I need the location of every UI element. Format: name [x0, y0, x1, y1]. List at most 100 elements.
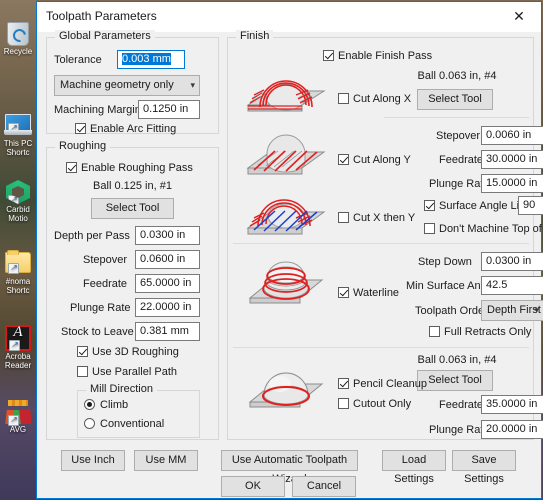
roughing-feedrate-label: Feedrate [83, 278, 128, 290]
waterline-checkbox[interactable]: Waterline [338, 287, 399, 300]
use-3d-roughing-label: Use 3D Roughing [92, 346, 179, 358]
desktop-icon-nomad-folder[interactable]: ↗ #noma Shortc [0, 250, 36, 295]
roughing-plunge-rate-input[interactable]: 22.0000 in [135, 298, 200, 317]
machining-margin-input[interactable]: 0.1250 in [138, 100, 200, 119]
enable-finish-pass-label: Enable Finish Pass [338, 50, 433, 62]
ok-button[interactable]: OK [221, 476, 285, 497]
checkbox-box [77, 346, 88, 357]
finish-feedrate-input[interactable]: 30.0000 in [481, 150, 543, 169]
depth-per-pass-input[interactable]: 0.0300 in [135, 226, 200, 245]
hexagon-logo-icon: ↗ [6, 180, 30, 204]
shortcut-arrow-icon: ↗ [9, 340, 20, 351]
pencil-tool-text: Ball 0.063 in, #4 [417, 354, 497, 366]
full-retracts-only-label: Full Retracts Only [444, 326, 532, 338]
enable-arc-fitting-checkbox[interactable]: Enable Arc Fitting [75, 123, 176, 136]
pencil-plunge-rate-input[interactable]: 20.0000 in [481, 420, 543, 439]
checkbox-box [77, 366, 88, 377]
cutout-only-label: Cutout Only [353, 398, 412, 410]
min-surface-angle-input[interactable]: 42.5 [481, 276, 543, 295]
automatic-toolpath-wizard-button[interactable]: Use Automatic Toolpath Wizard [221, 450, 358, 485]
radio-box [84, 399, 95, 410]
finish-feedrate-label: Feedrate [439, 154, 484, 166]
finish-select-tool-button[interactable]: Select Tool [417, 89, 493, 110]
preview-pencil-cleanup [242, 354, 330, 416]
step-down-input[interactable]: 0.0300 in [481, 252, 543, 271]
preview-cut-along-x [242, 57, 330, 121]
desktop-icon-label: #noma Shortc [5, 277, 31, 295]
toolpath-order-select[interactable]: Depth First ▾ [481, 300, 543, 321]
enable-finish-pass-checkbox[interactable]: Enable Finish Pass [323, 50, 432, 63]
pencil-feedrate-label: Feedrate [439, 399, 484, 411]
toolpath-parameters-dialog: Toolpath Parameters ✕ Global Parameters … [36, 1, 543, 499]
mill-direction-climb-radio[interactable]: Climb [84, 399, 128, 412]
desktop-icon-label: Acroba Reader [4, 352, 32, 370]
desktop-icon-recycle-bin[interactable]: Recycle [0, 22, 36, 56]
finish-tool-text: Ball 0.063 in, #4 [417, 70, 497, 82]
cancel-button[interactable]: Cancel [292, 476, 356, 497]
preview-waterline [242, 250, 330, 312]
tolerance-input[interactable]: 0.003 mm [117, 50, 185, 69]
global-parameters-legend: Global Parameters [55, 30, 155, 42]
cut-x-then-y-checkbox[interactable]: Cut X then Y [338, 212, 415, 225]
divider [384, 117, 529, 118]
avg-icon: ↗ [5, 400, 32, 426]
use-3d-roughing-checkbox[interactable]: Use 3D Roughing [77, 346, 179, 359]
checkbox-box [338, 398, 349, 409]
toolpath-order-value: Depth First [487, 304, 541, 316]
checkbox-box [338, 93, 349, 104]
divider [233, 243, 529, 244]
preview-cut-along-y [242, 120, 330, 184]
machine-mode-select[interactable]: Machine geometry only ▾ [54, 75, 200, 96]
dont-machine-top-checkbox[interactable]: Don't Machine Top of Stock [424, 223, 543, 236]
mill-direction-conventional-label: Conventional [100, 418, 165, 430]
surface-angle-limit-input[interactable]: 90 [518, 196, 543, 215]
mill-direction-conventional-radio[interactable]: Conventional [84, 418, 164, 431]
dont-machine-top-label: Don't Machine Top of Stock [439, 223, 543, 235]
divider [233, 347, 529, 348]
enable-roughing-pass-checkbox[interactable]: Enable Roughing Pass [66, 162, 193, 175]
use-inch-button[interactable]: Use Inch [61, 450, 125, 471]
pencil-select-tool-button[interactable]: Select Tool [417, 370, 493, 391]
desktop-icon-label: Recycle [3, 47, 33, 56]
cut-along-x-checkbox[interactable]: Cut Along X [338, 93, 411, 106]
pencil-feedrate-input[interactable]: 35.0000 in [481, 395, 543, 414]
stock-to-leave-input[interactable]: 0.381 mm [135, 322, 200, 341]
desktop-icon-carbide-motion[interactable]: ↗ Carbid Motio [0, 180, 36, 223]
waterline-label: Waterline [353, 287, 400, 299]
desktop-icon-this-pc[interactable]: ↗ This PC Shortc [0, 114, 36, 157]
checkbox-box [424, 200, 435, 211]
pencil-cleanup-checkbox[interactable]: Pencil Cleanup [338, 378, 427, 391]
checkbox-box [338, 378, 349, 389]
stock-to-leave-label: Stock to Leave [61, 326, 134, 338]
dialog-title-bar[interactable]: Toolpath Parameters ✕ [37, 2, 541, 33]
load-settings-button[interactable]: Load Settings [382, 450, 446, 485]
depth-per-pass-label: Depth per Pass [54, 230, 130, 242]
finish-stepover-input[interactable]: 0.0060 in [481, 126, 543, 145]
desktop-icon-label: Carbid Motio [6, 205, 30, 223]
shortcut-arrow-icon: ↗ [8, 415, 19, 426]
desktop-icon-label: This PC Shortc [3, 139, 33, 157]
use-mm-button[interactable]: Use MM [134, 450, 198, 471]
roughing-plunge-rate-label: Plunge Rate [70, 302, 131, 314]
checkbox-box [424, 223, 435, 234]
save-settings-button[interactable]: Save Settings [452, 450, 516, 485]
desktop-icon-acrobat-reader[interactable]: ↗ Acroba Reader [0, 325, 36, 370]
cutout-only-checkbox[interactable]: Cutout Only [338, 398, 411, 411]
enable-roughing-pass-label: Enable Roughing Pass [81, 162, 193, 174]
checkbox-box [338, 212, 349, 223]
desktop-icon-avg[interactable]: ↗ AVG [0, 400, 36, 434]
recycle-bin-icon [7, 22, 29, 46]
roughing-feedrate-input[interactable]: 65.0000 in [135, 274, 200, 293]
pencil-cleanup-label: Pencil Cleanup [353, 378, 427, 390]
shortcut-arrow-icon: ↗ [8, 123, 19, 134]
acrobat-icon: ↗ [5, 325, 31, 351]
full-retracts-only-checkbox[interactable]: Full Retracts Only [429, 326, 531, 339]
finish-plunge-rate-input[interactable]: 15.0000 in [481, 174, 543, 193]
close-icon[interactable]: ✕ [497, 2, 541, 31]
cut-along-y-checkbox[interactable]: Cut Along Y [338, 154, 411, 167]
machine-mode-value: Machine geometry only [60, 79, 174, 91]
roughing-stepover-input[interactable]: 0.0600 in [135, 250, 200, 269]
checkbox-box [338, 287, 349, 298]
use-parallel-path-checkbox[interactable]: Use Parallel Path [77, 366, 177, 379]
roughing-select-tool-button[interactable]: Select Tool [91, 198, 174, 219]
